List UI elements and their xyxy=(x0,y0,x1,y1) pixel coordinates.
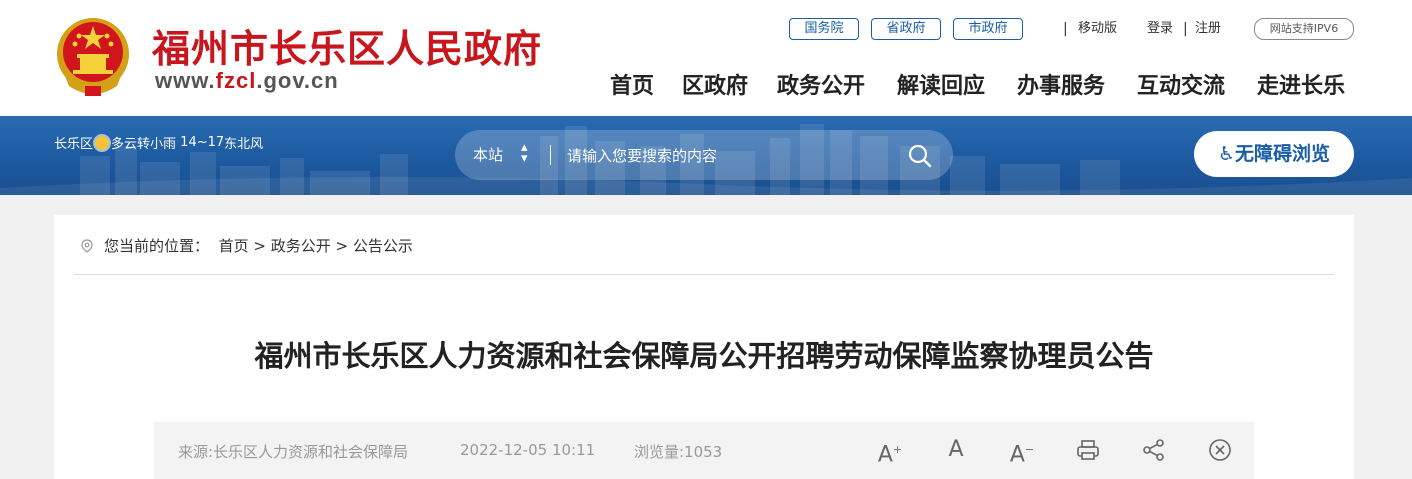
link-city-gov[interactable]: 市政府 xyxy=(953,18,1023,40)
nav-gov-affairs[interactable]: 政务公开 xyxy=(777,68,865,100)
link-provincial-gov[interactable]: 省政府 xyxy=(871,18,941,40)
banner: 长乐区 多云转小雨 14~17东北风 本站 ▴▾ ♿无障碍浏览 xyxy=(0,116,1412,195)
share-icon[interactable] xyxy=(1141,437,1167,463)
nav-about-changle[interactable]: 走进长乐 xyxy=(1257,68,1345,100)
breadcrumb-home[interactable]: 首页 xyxy=(219,235,249,256)
search-bar: 本站 ▴ ▾ xyxy=(455,130,953,180)
search-input[interactable] xyxy=(565,142,889,170)
font-decrease-icon[interactable]: A− xyxy=(1009,437,1035,467)
nav-services[interactable]: 办事服务 xyxy=(1017,68,1105,100)
divider: | xyxy=(1183,21,1188,37)
article-date: 2022-12-05 10:11 xyxy=(460,441,596,459)
national-emblem-icon xyxy=(57,18,129,96)
site-header: 福州市长乐区人民政府 www.fzcl.gov.cn 国务院 省政府 市政府 |… xyxy=(0,0,1412,116)
search-icon[interactable] xyxy=(907,143,933,169)
font-normal-icon[interactable]: A xyxy=(943,437,969,463)
article-meta-bar: 来源:长乐区人力资源和社会保障局 2022-12-05 10:11 浏览量:10… xyxy=(154,422,1254,479)
breadcrumb: 您当前的位置： 首页 > 政务公开 > 公告公示 xyxy=(80,235,413,256)
cloudy-sun-icon xyxy=(95,135,110,150)
breadcrumb-notices[interactable]: 公告公示 xyxy=(353,235,413,256)
register-link[interactable]: 注册 xyxy=(1195,18,1221,40)
nav-home[interactable]: 首页 xyxy=(610,68,654,100)
print-icon[interactable] xyxy=(1075,437,1101,463)
weather-district: 长乐区 xyxy=(54,137,94,152)
content-panel: 您当前的位置： 首页 > 政务公开 > 公告公示 福州市长乐区人力资源和社会保障… xyxy=(54,215,1354,479)
site-title[interactable]: 福州市长乐区人民政府 xyxy=(152,18,542,73)
accessibility-label: 无障碍浏览 xyxy=(1235,143,1331,165)
url-prefix: www. xyxy=(155,68,216,93)
article-views: 浏览量:1053 xyxy=(634,443,723,461)
url-suffix: .gov.cn xyxy=(256,68,339,93)
accessibility-button[interactable]: ♿无障碍浏览 xyxy=(1194,131,1354,177)
article-title: 福州市长乐区人力资源和社会保障局公开招聘劳动保障监察协理员公告 xyxy=(254,339,1154,373)
breadcrumb-label: 您当前的位置： xyxy=(104,237,210,255)
font-increase-icon[interactable]: A+ xyxy=(877,437,903,467)
article-source: 来源:长乐区人力资源和社会保障局 xyxy=(178,443,409,461)
breadcrumb-divider xyxy=(74,274,1334,275)
nav-interpretation[interactable]: 解读回应 xyxy=(897,68,985,100)
close-icon[interactable] xyxy=(1207,437,1233,463)
weather-widget: 长乐区 多云转小雨 14~17 东北风 xyxy=(54,133,263,152)
wheelchair-icon: ♿ xyxy=(1217,143,1236,165)
nav-interaction[interactable]: 互动交流 xyxy=(1137,68,1225,100)
ipv6-badge: 网站支持IPV6 xyxy=(1254,18,1354,40)
breadcrumb-gov-affairs[interactable]: 政务公开 xyxy=(271,235,331,256)
search-scope-select[interactable]: 本站 xyxy=(473,144,503,165)
url-highlight: fzcl xyxy=(215,68,257,93)
select-arrows-icon[interactable]: ▴ ▾ xyxy=(521,141,528,165)
location-pin-icon xyxy=(81,238,93,253)
link-state-council[interactable]: 国务院 xyxy=(789,18,859,40)
weather-wind: 东北风 xyxy=(224,137,264,152)
site-url[interactable]: www.fzcl.gov.cn xyxy=(155,68,339,94)
weather-temp: 14~17 xyxy=(180,135,225,150)
login-link[interactable]: 登录 xyxy=(1147,18,1173,40)
divider: | xyxy=(1063,21,1068,37)
weather-condition: 多云转小雨 xyxy=(111,137,177,152)
nav-district-gov[interactable]: 区政府 xyxy=(682,68,748,100)
search-divider xyxy=(550,145,551,165)
mobile-version-link[interactable]: 移动版 xyxy=(1078,18,1117,40)
